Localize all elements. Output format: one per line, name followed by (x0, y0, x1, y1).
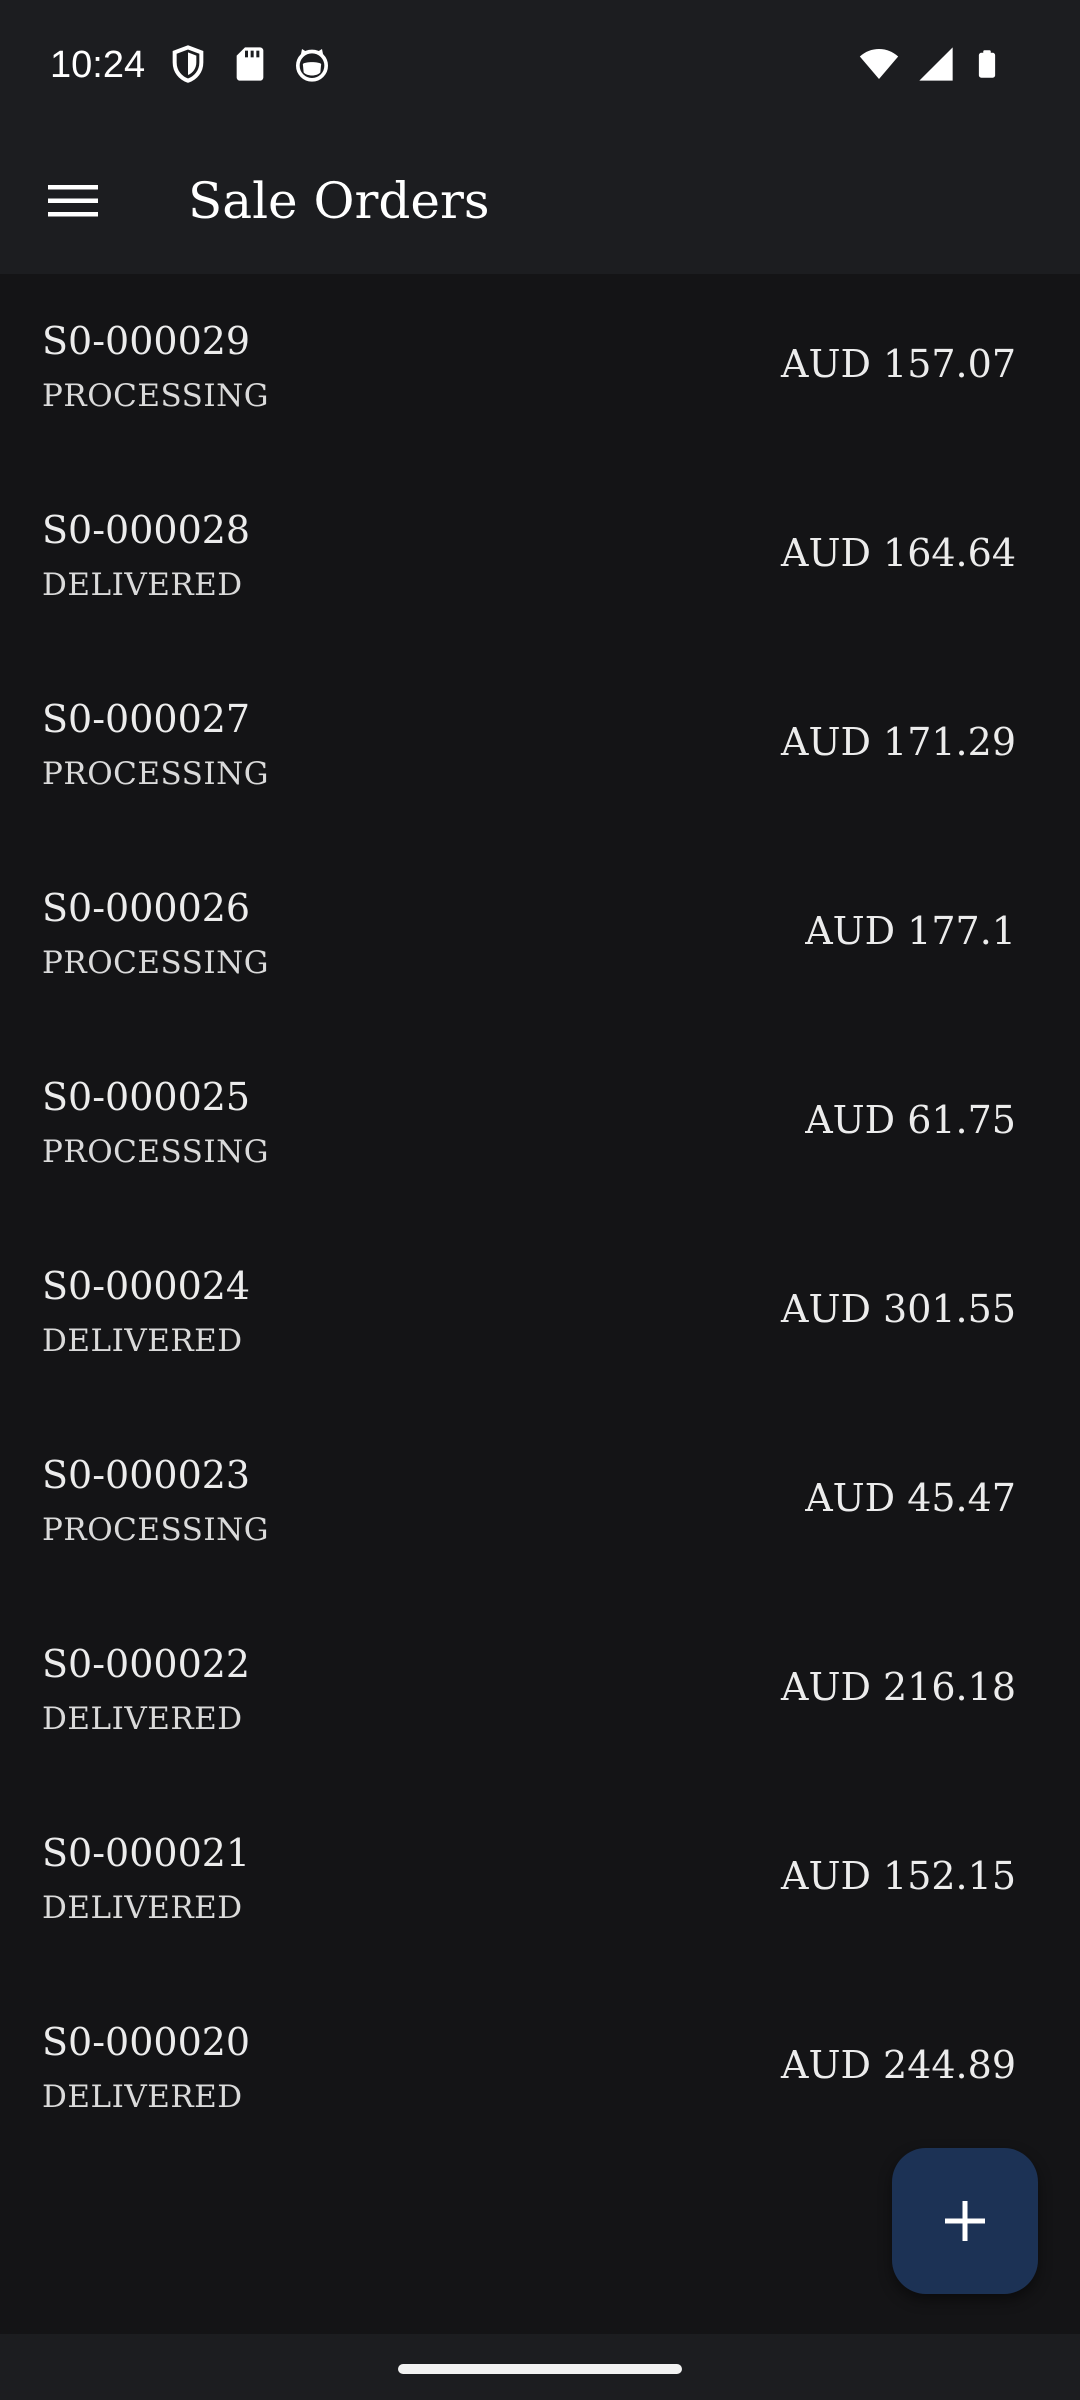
order-status: DELIVERED (42, 1890, 243, 1926)
order-status: PROCESSING (42, 378, 270, 414)
order-status: PROCESSING (42, 1134, 270, 1170)
shield-icon (172, 45, 204, 83)
order-status: DELIVERED (42, 2079, 243, 2115)
sale-orders-screen: 10:24 Sale Orders S0-000029 PROCESSING A… (0, 0, 1080, 2400)
order-id: S0-000026 (42, 886, 251, 930)
order-status: PROCESSING (42, 756, 270, 792)
order-row[interactable]: S0-000027 PROCESSING AUD 171.29 (0, 652, 1080, 841)
status-bar: 10:24 (0, 0, 1080, 128)
order-amount: AUD 164.64 (781, 531, 1016, 575)
hamburger-menu-icon (48, 185, 98, 217)
status-time: 10:24 (50, 44, 146, 86)
order-id: S0-000022 (42, 1642, 251, 1686)
order-status: DELIVERED (42, 1701, 243, 1737)
menu-button[interactable] (28, 158, 118, 244)
order-amount: AUD 216.18 (781, 1665, 1016, 1709)
add-order-button[interactable] (892, 2148, 1038, 2294)
order-status: DELIVERED (42, 1323, 243, 1359)
cellular-signal-icon (919, 47, 953, 81)
order-amount: AUD 244.89 (781, 2043, 1016, 2087)
order-row[interactable]: S0-000029 PROCESSING AUD 157.07 (0, 274, 1080, 463)
order-status: PROCESSING (42, 1512, 270, 1548)
order-amount: AUD 61.75 (805, 1098, 1016, 1142)
order-id: S0-000023 (42, 1453, 251, 1497)
order-row[interactable]: S0-000028 DELIVERED AUD 164.64 (0, 463, 1080, 652)
status-icons-right (858, 44, 1002, 84)
navigation-bar (0, 2334, 1080, 2400)
status-icons-left (168, 44, 332, 84)
order-id: S0-000021 (42, 1831, 251, 1875)
order-amount: AUD 171.29 (781, 720, 1016, 764)
order-row[interactable]: S0-000024 DELIVERED AUD 301.55 (0, 1219, 1080, 1408)
order-id: S0-000020 (42, 2020, 251, 2064)
order-row[interactable]: S0-000025 PROCESSING AUD 61.75 (0, 1030, 1080, 1219)
order-amount: AUD 177.1 (805, 909, 1016, 953)
plus-icon (945, 2201, 985, 2241)
order-row[interactable]: S0-000020 DELIVERED AUD 244.89 (0, 1975, 1080, 2164)
order-id: S0-000029 (42, 319, 251, 363)
battery-icon (978, 50, 996, 78)
order-row[interactable]: S0-000021 DELIVERED AUD 152.15 (0, 1786, 1080, 1975)
order-status: PROCESSING (42, 945, 270, 981)
order-row[interactable]: S0-000023 PROCESSING AUD 45.47 (0, 1408, 1080, 1597)
order-id: S0-000024 (42, 1264, 251, 1308)
cat-face-icon (296, 49, 328, 82)
order-status: DELIVERED (42, 567, 243, 603)
order-list: S0-000029 PROCESSING AUD 157.07 S0-00002… (0, 274, 1080, 2334)
order-amount: AUD 301.55 (781, 1287, 1016, 1331)
sd-card-icon (236, 47, 264, 81)
order-row[interactable]: S0-000022 DELIVERED AUD 216.18 (0, 1597, 1080, 1786)
order-id: S0-000025 (42, 1075, 251, 1119)
page-title: Sale Orders (188, 172, 490, 230)
app-bar: Sale Orders (0, 128, 1080, 274)
home-gesture-handle[interactable] (398, 2364, 682, 2374)
wifi-icon (859, 49, 899, 79)
order-amount: AUD 157.07 (781, 342, 1016, 386)
order-id: S0-000027 (42, 697, 251, 741)
order-id: S0-000028 (42, 508, 251, 552)
order-amount: AUD 45.47 (805, 1476, 1016, 1520)
order-amount: AUD 152.15 (781, 1854, 1016, 1898)
order-row[interactable]: S0-000026 PROCESSING AUD 177.1 (0, 841, 1080, 1030)
